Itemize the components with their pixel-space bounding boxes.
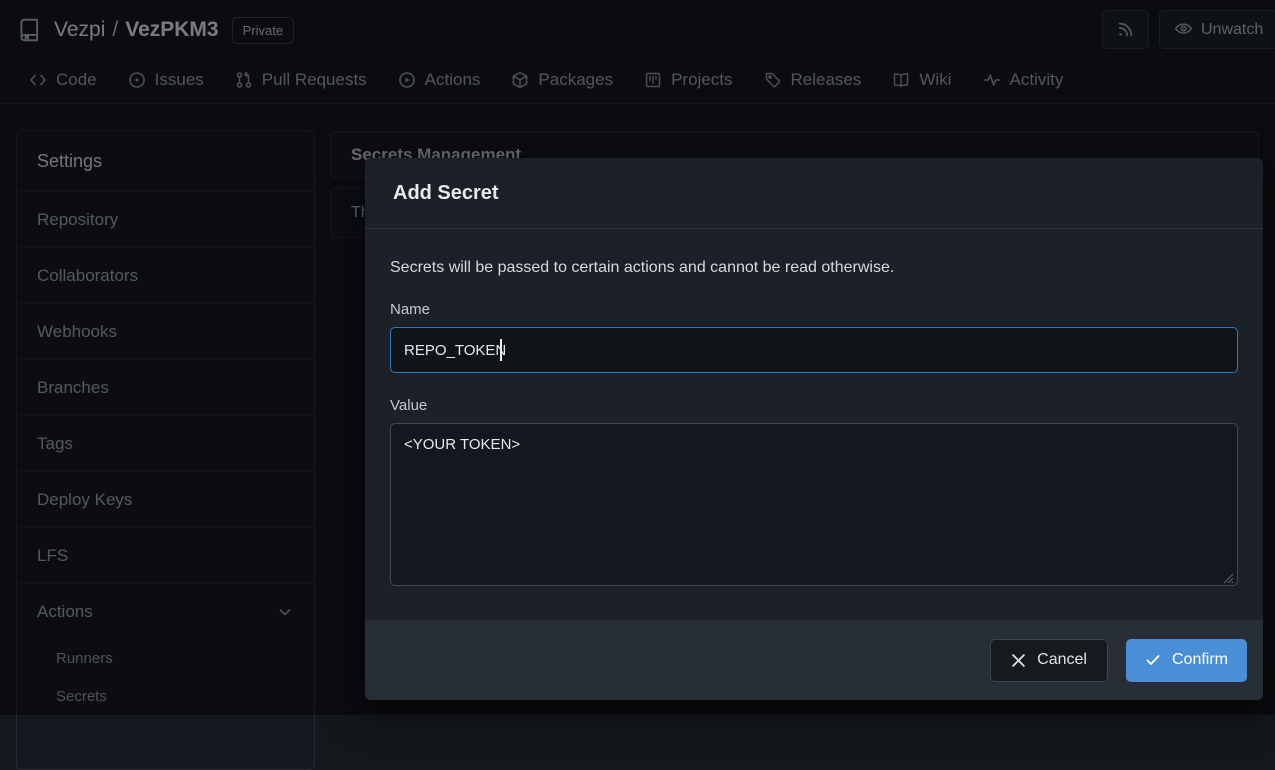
modal-title: Add Secret: [365, 158, 1263, 229]
x-icon: [1011, 653, 1026, 668]
name-field-label: Name: [390, 301, 1238, 318]
secret-value-textarea[interactable]: <YOUR TOKEN>: [390, 423, 1238, 586]
modal-footer: Cancel Confirm: [365, 620, 1263, 700]
resize-grip-icon[interactable]: [1221, 571, 1235, 585]
modal-description: Secrets will be passed to certain action…: [390, 259, 1238, 277]
modal-body: Secrets will be passed to certain action…: [365, 229, 1263, 620]
confirm-button[interactable]: Confirm: [1126, 639, 1247, 682]
add-secret-modal: Add Secret Secrets will be passed to cer…: [365, 158, 1263, 700]
value-field-label: Value: [390, 397, 1238, 414]
text-cursor: [500, 339, 502, 361]
cancel-button-label: Cancel: [1037, 651, 1087, 669]
secret-name-input[interactable]: [390, 327, 1238, 373]
cancel-button[interactable]: Cancel: [990, 639, 1108, 682]
check-icon: [1145, 652, 1161, 668]
confirm-button-label: Confirm: [1172, 651, 1228, 669]
